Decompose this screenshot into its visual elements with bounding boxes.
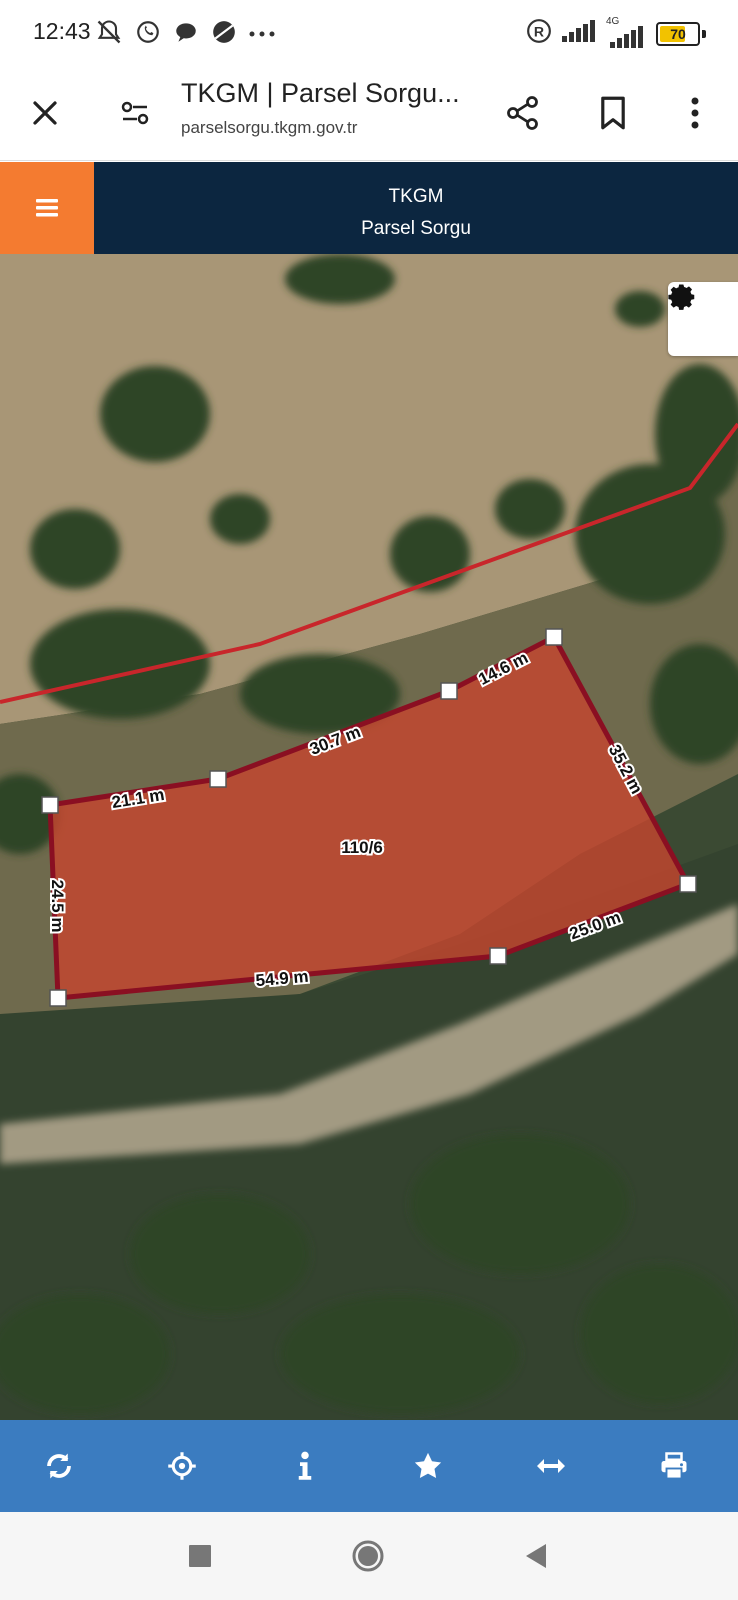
bookmark-button[interactable] <box>589 89 637 137</box>
hamburger-icon <box>36 199 58 217</box>
bookmark-icon <box>601 96 625 130</box>
battery-nub <box>702 29 706 38</box>
recent-apps-button[interactable] <box>182 1538 218 1574</box>
menu-button[interactable] <box>0 162 94 254</box>
registered-icon: R <box>526 18 552 49</box>
print-icon <box>661 1452 687 1480</box>
app-subtitle: Parsel Sorgu <box>361 218 471 239</box>
vertex-handle[interactable] <box>41 796 59 814</box>
svg-text:R: R <box>534 23 544 39</box>
page-title: TKGM | Parsel Sorgu... <box>181 78 460 108</box>
satellite-map[interactable]: 21.1 m 30.7 m 14.6 m 35.2 m 25.0 m 54.9 … <box>0 254 738 1420</box>
info-icon <box>298 1451 312 1480</box>
home-button[interactable] <box>350 1538 386 1574</box>
mute-bell-icon <box>95 18 123 51</box>
favorite-button[interactable] <box>406 1444 450 1488</box>
back-button[interactable] <box>518 1538 554 1574</box>
app-header: TKGM Parsel Sorgu <box>0 162 738 254</box>
planet-icon <box>211 19 237 50</box>
more-vert-icon <box>691 97 699 129</box>
square-icon <box>189 1545 211 1567</box>
measure-label: 24.5 m <box>48 880 67 933</box>
system-nav-bar <box>0 1512 738 1600</box>
vertex-handle[interactable] <box>209 770 227 788</box>
parcel-number: 110/6 <box>341 838 383 857</box>
print-button[interactable] <box>652 1444 696 1488</box>
star-icon <box>414 1452 442 1478</box>
close-icon <box>33 101 57 125</box>
chat-icon <box>173 19 199 50</box>
vertex-handle[interactable] <box>489 947 507 965</box>
vertex-handle[interactable] <box>49 989 67 1007</box>
locate-button[interactable] <box>160 1444 204 1488</box>
more-options-button[interactable] <box>671 89 719 137</box>
tune-icon <box>121 101 149 125</box>
share-icon <box>507 96 538 130</box>
status-bar: 12:43 R 4G 70 <box>0 0 738 66</box>
battery-level: 70 <box>670 25 686 42</box>
status-time: 12:43 <box>33 18 91 44</box>
map-settings-button[interactable] <box>668 282 738 356</box>
map-view[interactable]: 21.1 m 30.7 m 14.6 m 35.2 m 25.0 m 54.9 … <box>0 254 738 1420</box>
site-settings-button[interactable] <box>111 89 159 137</box>
signal-icon <box>562 20 596 47</box>
battery-icon: 70 <box>656 21 700 46</box>
home-circle-icon <box>352 1540 384 1572</box>
vertex-handle[interactable] <box>679 875 697 893</box>
notification-icons <box>95 18 275 51</box>
locate-icon <box>168 1452 196 1480</box>
share-button[interactable] <box>499 89 547 137</box>
vertex-handle[interactable] <box>440 682 458 700</box>
more-dots-icon <box>249 26 275 44</box>
signal-4g-icon: 4G <box>606 16 646 48</box>
refresh-icon <box>47 1453 71 1479</box>
vertex-handle[interactable] <box>545 628 563 646</box>
measure-button[interactable] <box>529 1444 573 1488</box>
app-title: TKGM <box>388 186 444 207</box>
info-button[interactable] <box>283 1444 327 1488</box>
gear-icon <box>668 284 695 310</box>
page-url: parselsorgu.tkgm.gov.tr <box>181 118 358 137</box>
whatsapp-icon <box>135 19 161 50</box>
map-toolbar <box>0 1420 738 1512</box>
system-icons: R 4G 70 <box>526 16 706 49</box>
back-triangle-icon <box>526 1544 546 1568</box>
close-button[interactable] <box>21 89 69 137</box>
measure-icon <box>537 1459 565 1473</box>
refresh-button[interactable] <box>37 1444 81 1488</box>
browser-toolbar: TKGM | Parsel Sorgu... parselsorgu.tkgm.… <box>0 66 738 161</box>
